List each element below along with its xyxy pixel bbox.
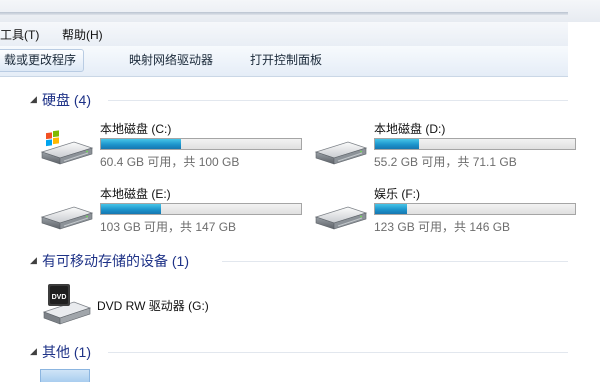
drive-usage-bar: [374, 203, 576, 215]
drive-free-space: 60.4 GB 可用，共 100 GB: [100, 155, 240, 169]
drive-usage-fill: [375, 204, 407, 214]
drive-name: 娱乐 (F:): [374, 187, 420, 201]
hard-disk-icon: [40, 130, 94, 165]
drive-usage-fill: [101, 204, 161, 214]
hard-disk-icon: [40, 206, 94, 230]
window-top-band: [0, 0, 600, 22]
hard-disk-icon: [314, 206, 368, 230]
collapse-triangle-icon[interactable]: ◢: [30, 94, 37, 105]
hard-disk-icon: [314, 141, 368, 165]
drive-name: 本地磁盘 (D:): [374, 122, 446, 136]
collapse-triangle-icon[interactable]: ◢: [30, 255, 37, 266]
drive-item-2[interactable]: 本地磁盘 (E:) 103 GB 可用，共 147 GB: [40, 185, 320, 235]
drive-item-3[interactable]: 娱乐 (F:) 123 GB 可用，共 146 GB: [314, 185, 594, 235]
other-device-item[interactable]: [40, 369, 90, 382]
dvd-logo-text: DVD: [52, 294, 67, 301]
menu-help[interactable]: 帮助(H): [62, 26, 103, 43]
drive-free-space: 103 GB 可用，共 147 GB: [100, 220, 237, 234]
group-title-hard-drives: 硬盘 (4): [42, 92, 91, 108]
window-frame-edge: [0, 12, 568, 15]
group-divider: [108, 100, 568, 101]
uninstall-program-button[interactable]: 载或更改程序: [0, 49, 85, 72]
drive-usage-bar: [100, 203, 302, 215]
group-divider: [108, 352, 568, 353]
command-toolbar: 载或更改程序 映射网络驱动器 打开控制面板: [0, 46, 568, 77]
drive-item-0[interactable]: 本地磁盘 (C:) 60.4 GB 可用，共 100 GB: [40, 120, 320, 170]
dvd-drive-name: DVD RW 驱动器 (G:): [97, 299, 209, 313]
drive-item-1[interactable]: 本地磁盘 (D:) 55.2 GB 可用，共 71.1 GB: [314, 120, 594, 170]
drive-usage-fill: [375, 139, 419, 149]
drive-name: 本地磁盘 (E:): [100, 187, 171, 201]
open-control-panel-button[interactable]: 打开控制面板: [243, 49, 329, 72]
drive-usage-bar: [374, 138, 576, 150]
drive-usage-bar: [100, 138, 302, 150]
drive-free-space: 55.2 GB 可用，共 71.1 GB: [374, 155, 517, 169]
dvd-drive-item[interactable]: DVD DVD RW 驱动器 (G:): [40, 282, 300, 330]
dvd-drive-icon: DVD: [42, 284, 92, 325]
windows-logo-icon: [46, 130, 59, 147]
drive-free-space: 123 GB 可用，共 146 GB: [374, 220, 511, 234]
menu-bar: 工具(T) 帮助(H): [0, 22, 568, 47]
collapse-triangle-icon[interactable]: ◢: [30, 346, 37, 357]
map-network-drive-button[interactable]: 映射网络驱动器: [122, 49, 220, 72]
drive-name: 本地磁盘 (C:): [100, 122, 172, 136]
group-title-removable: 有可移动存储的设备 (1): [42, 253, 189, 269]
group-title-other: 其他 (1): [42, 344, 91, 360]
drive-usage-fill: [101, 139, 181, 149]
group-divider: [222, 261, 568, 262]
menu-tools[interactable]: 工具(T): [0, 26, 39, 43]
